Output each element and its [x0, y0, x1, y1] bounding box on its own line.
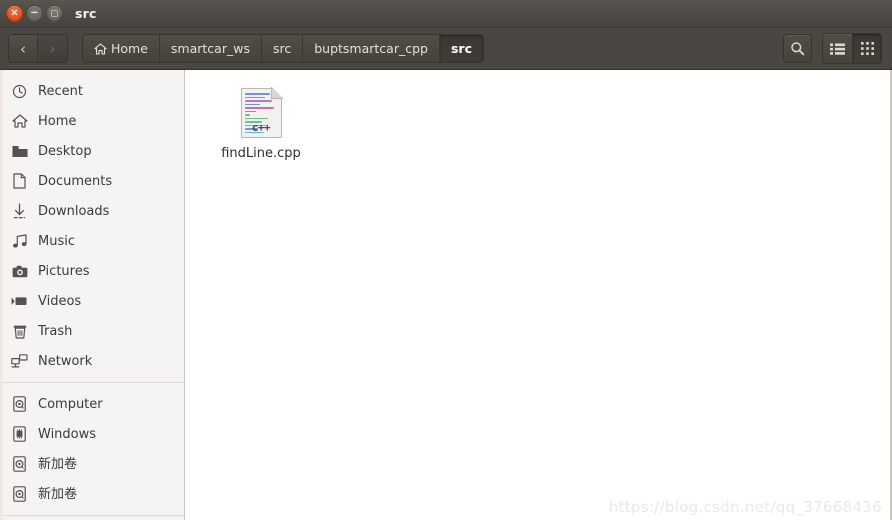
grid-view-button[interactable] — [852, 34, 881, 63]
sidebar-item-label: Network — [38, 353, 93, 369]
back-button[interactable]: ‹ — [9, 35, 38, 62]
breadcrumb-label: buptsmartcar_cpp — [314, 41, 428, 56]
breadcrumb-item-buptsmartcar-cpp[interactable]: buptsmartcar_cpp — [303, 35, 440, 62]
home-icon — [11, 113, 28, 130]
drive-icon — [11, 486, 28, 503]
sidebar-item-label: Windows — [38, 426, 97, 442]
maximize-button[interactable]: □ — [46, 5, 63, 22]
view-mode-group — [822, 33, 882, 64]
search-button[interactable] — [783, 34, 812, 63]
sidebar-item-label: Pictures — [38, 263, 90, 279]
title-bar: × − □ src — [0, 0, 892, 28]
minimize-button[interactable]: − — [26, 5, 43, 22]
sidebar-item-recent[interactable]: Recent — [0, 76, 184, 106]
close-button[interactable]: × — [6, 5, 23, 22]
breadcrumb-label: Home — [111, 41, 148, 56]
maximize-icon: □ — [50, 8, 59, 17]
watermark-text: https://blog.csdn.net/qq_37668436 — [608, 498, 882, 516]
sidebar-item-label: Home — [38, 113, 77, 129]
breadcrumb-label: smartcar_ws — [170, 41, 250, 56]
trash-icon — [11, 323, 28, 340]
sidebar-item-windows[interactable]: Windows — [0, 419, 184, 449]
sidebar-item-computer[interactable]: Computer — [0, 389, 184, 419]
document-icon — [11, 173, 28, 190]
sidebar-item-documents[interactable]: Documents — [0, 166, 184, 196]
folder-icon — [11, 143, 28, 160]
chevron-left-icon: ‹ — [20, 39, 26, 58]
cpp-icon-label: c++ — [251, 121, 271, 134]
breadcrumb-item-src[interactable]: src — [261, 35, 304, 62]
window-title: src — [75, 6, 97, 21]
sidebar-item-trash[interactable]: Trash — [0, 316, 184, 346]
chevron-right-icon: › — [49, 39, 56, 58]
camera-icon — [11, 263, 28, 280]
sidebar-item-label: Music — [38, 233, 75, 249]
download-icon — [11, 203, 28, 220]
window-body: Recent Home Desktop Documents Downloads … — [0, 70, 892, 520]
minimize-icon: − — [30, 7, 39, 18]
breadcrumb-label: src — [450, 41, 472, 56]
breadcrumb-item-current-src[interactable]: src — [439, 35, 483, 62]
file-manager-window: × − □ src ‹ › Home smartcar_ws src bupts… — [0, 0, 892, 520]
file-item[interactable]: c++ findLine.cpp — [207, 84, 315, 162]
sidebar-item-volume-1[interactable]: 新加卷 — [0, 449, 184, 479]
sidebar-item-label: Documents — [38, 173, 113, 189]
sidebar-item-label: Downloads — [38, 203, 110, 219]
home-icon — [94, 42, 107, 55]
breadcrumb-label: src — [272, 41, 292, 56]
sidebar: Recent Home Desktop Documents Downloads … — [0, 70, 185, 520]
sidebar-item-volume-2[interactable]: 新加卷 — [0, 479, 184, 509]
sidebar-item-label: 新加卷 — [38, 486, 78, 502]
drive-icon — [11, 456, 28, 473]
sidebar-item-network[interactable]: Network — [0, 346, 184, 376]
sidebar-item-label: Computer — [38, 396, 103, 412]
cpp-file-icon: c++ — [240, 87, 283, 138]
file-list-view[interactable]: c++ findLine.cpp https://blog.csdn.net/q… — [185, 70, 892, 520]
music-note-icon — [11, 233, 28, 250]
sidebar-item-downloads[interactable]: Downloads — [0, 196, 184, 226]
sidebar-separator-bottom — [0, 515, 184, 516]
file-name-label: findLine.cpp — [221, 146, 301, 161]
toolbar: ‹ › Home smartcar_ws src buptsmartcar_cp… — [0, 28, 892, 70]
window-controls: × − □ — [6, 5, 63, 22]
sidebar-item-label: Videos — [38, 293, 82, 309]
search-icon — [790, 41, 805, 56]
grid-view-icon — [860, 42, 874, 55]
breadcrumb-item-home[interactable]: Home — [83, 35, 160, 62]
navigation-buttons: ‹ › — [8, 34, 68, 63]
sidebar-item-label: Desktop — [38, 143, 92, 159]
drive-icon — [11, 396, 28, 413]
forward-button[interactable]: › — [38, 35, 67, 62]
breadcrumb-item-smartcar-ws[interactable]: smartcar_ws — [159, 35, 262, 62]
clock-icon — [11, 83, 28, 100]
list-view-icon — [830, 43, 845, 55]
sidebar-item-videos[interactable]: Videos — [0, 286, 184, 316]
toolbar-right-group — [783, 33, 886, 64]
list-view-button[interactable] — [823, 34, 852, 63]
sidebar-item-label: Recent — [38, 83, 83, 99]
sidebar-item-desktop[interactable]: Desktop — [0, 136, 184, 166]
sidebar-item-pictures[interactable]: Pictures — [0, 256, 184, 286]
close-icon: × — [10, 7, 19, 18]
file-grid: c++ findLine.cpp — [207, 84, 892, 162]
sidebar-edge-strip — [0, 70, 3, 520]
sidebar-separator — [0, 382, 184, 383]
network-icon — [11, 353, 28, 370]
sidebar-item-label: Trash — [38, 323, 73, 339]
video-camera-icon — [11, 293, 28, 310]
breadcrumb: Home smartcar_ws src buptsmartcar_cpp sr… — [82, 34, 484, 63]
sidebar-item-label: 新加卷 — [38, 456, 78, 472]
disk-chip-icon — [11, 426, 28, 443]
sidebar-item-music[interactable]: Music — [0, 226, 184, 256]
sidebar-item-home[interactable]: Home — [0, 106, 184, 136]
